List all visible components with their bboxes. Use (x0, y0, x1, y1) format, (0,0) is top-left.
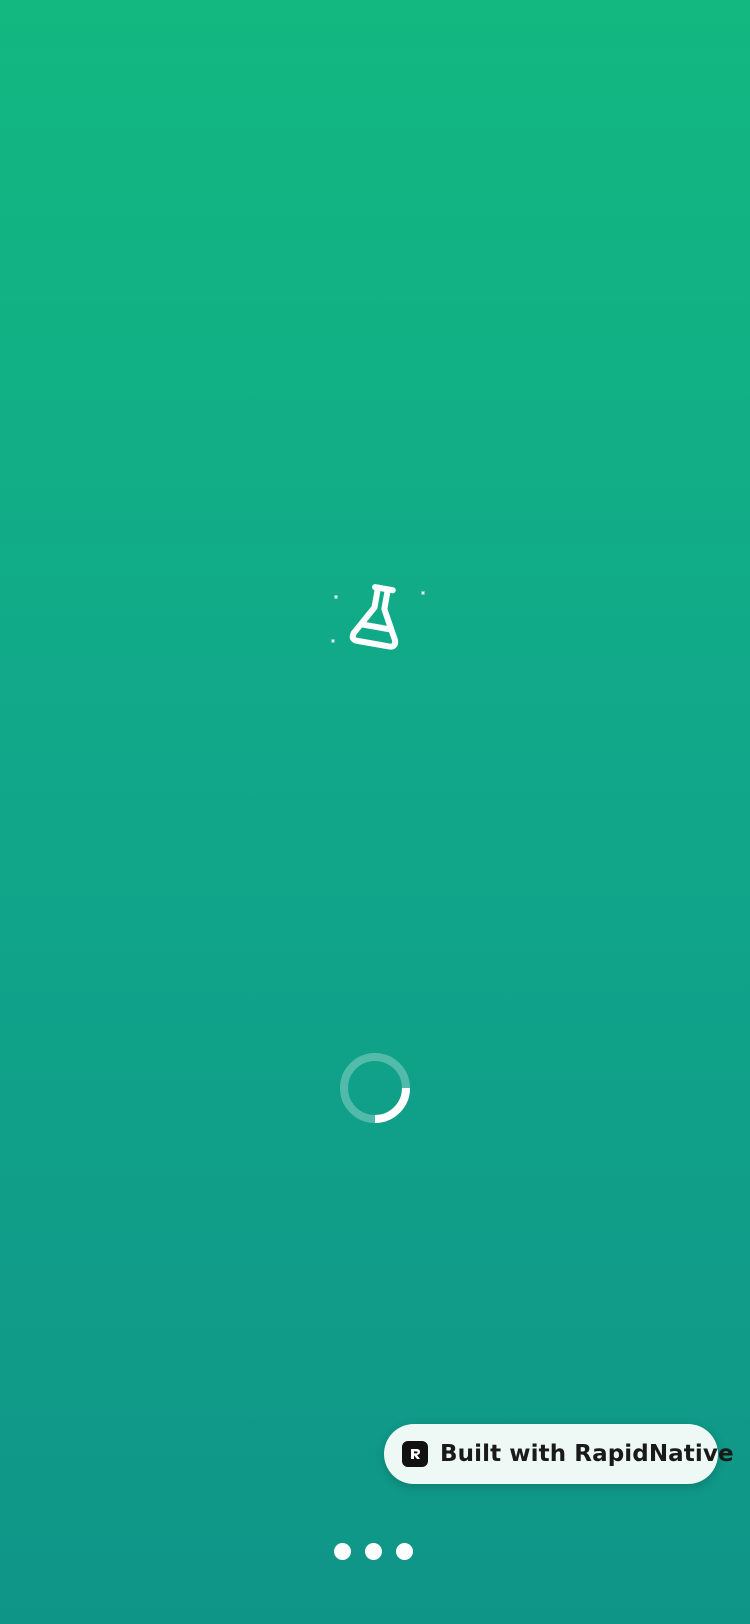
page-indicator-dot (396, 1543, 413, 1560)
splash-screen: Built with RapidNative (0, 0, 750, 1624)
app-logo (325, 582, 425, 662)
page-indicator-dot (365, 1543, 382, 1560)
page-indicator-dot (334, 1543, 351, 1560)
rapidnative-logo-icon (402, 1441, 428, 1467)
flask-icon (331, 584, 425, 650)
page-indicator (334, 1543, 413, 1561)
built-with-rapidnative-badge[interactable]: Built with RapidNative (384, 1424, 734, 1484)
loading-spinner (339, 1052, 411, 1124)
badge-label: Built with RapidNative (440, 1441, 734, 1467)
spinner-icon (340, 1053, 410, 1123)
